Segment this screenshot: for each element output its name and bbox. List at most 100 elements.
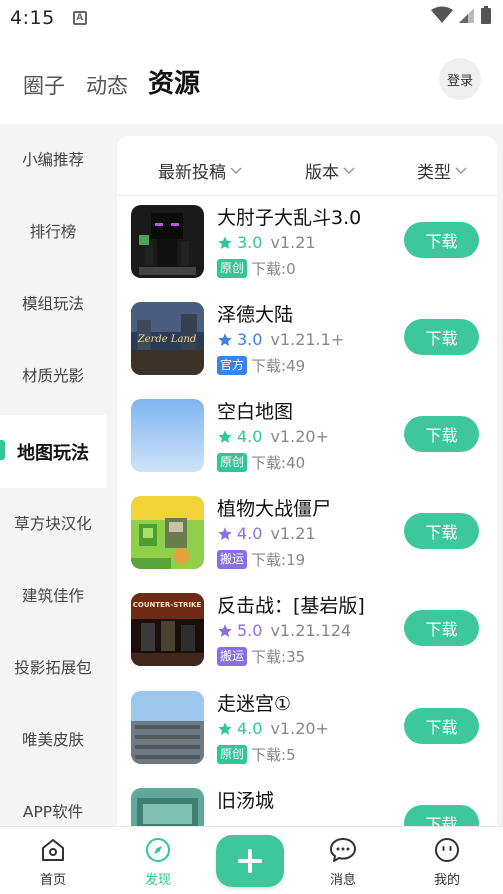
item-tag: 原创 xyxy=(217,259,248,278)
item-version: v1.20+ xyxy=(270,427,329,446)
item-score: 3.0 xyxy=(237,330,263,349)
item-rating: 4.0 v1.21 xyxy=(217,524,316,543)
nav-profile[interactable]: 我的 xyxy=(407,827,487,894)
filter-type[interactable]: 类型 xyxy=(417,158,467,183)
download-button[interactable]: 下载 xyxy=(404,805,479,826)
login-button[interactable]: 登录 xyxy=(439,58,481,100)
item-downloads: 下载:49 xyxy=(251,357,306,375)
list-item[interactable]: COUNTER-STRIKE 反击战：[基岩版] 5.0 v1.21.124 搬… xyxy=(117,581,497,678)
tab-feed[interactable]: 动态 xyxy=(86,70,128,100)
chat-bubble-icon xyxy=(330,838,356,862)
filter-label: 版本 xyxy=(305,163,339,183)
sidebar-item-maps[interactable]: 地图玩法 xyxy=(0,415,106,488)
item-version: v1.21 xyxy=(270,524,316,543)
item-score: 3.0 xyxy=(237,233,263,252)
item-downloads: 下载:19 xyxy=(251,551,306,569)
nav-messages[interactable]: 消息 xyxy=(303,827,383,894)
list-item[interactable]: 空白地图 4.0 v1.20+ 原创 下载:40 下载 xyxy=(117,387,497,484)
status-time: 4:15 xyxy=(10,7,55,29)
blank-sky-thumbnail xyxy=(131,399,204,472)
item-tag: 搬运 xyxy=(217,550,248,569)
sidebar-item-builds[interactable]: 建筑佳作 xyxy=(0,560,106,630)
item-tag: 原创 xyxy=(217,745,248,764)
download-button[interactable]: 下载 xyxy=(404,222,479,258)
list-item[interactable]: 大肘子大乱斗3.0 3.0 v1.21 原创 下载:0 下载 xyxy=(117,193,497,290)
download-button[interactable]: 下载 xyxy=(404,708,479,744)
list-item[interactable]: 走迷宫① 4.0 v1.20+ 原创 下载:5 下载 xyxy=(117,679,497,776)
category-sidebar: 小编推荐 排行榜 模组玩法 材质光影 地图玩法 草方块汉化 建筑佳作 投影拓展包… xyxy=(0,124,106,826)
enderman-minecraft-thumbnail xyxy=(131,205,204,278)
download-button[interactable]: 下载 xyxy=(404,610,479,646)
item-score: 4.0 xyxy=(237,719,263,738)
sidebar-item-grass-localization[interactable]: 草方块汉化 xyxy=(0,488,106,558)
plants-vs-zombies-thumbnail xyxy=(131,496,204,569)
thumb-text: COUNTER-STRIKE xyxy=(133,601,202,609)
create-post-button[interactable] xyxy=(216,835,284,887)
download-button[interactable]: 下载 xyxy=(404,513,479,549)
download-button[interactable]: 下载 xyxy=(404,416,479,452)
star-icon xyxy=(218,721,232,735)
wifi-icon xyxy=(431,6,453,23)
sidebar-item-editor-picks[interactable]: 小编推荐 xyxy=(0,124,106,194)
item-meta: 原创 下载:5 xyxy=(217,744,296,765)
item-title: 反击战：[基岩版] xyxy=(217,595,365,617)
item-version: v1.20+ xyxy=(270,719,329,738)
status-bar: 4:15 A xyxy=(0,0,503,36)
item-rating: 5.0 v1.21.124 xyxy=(217,621,351,640)
list-item[interactable]: Zerde Land 泽德大陆 3.0 v1.21.1+ 官方 下载:49 下载 xyxy=(117,290,497,387)
notification-icon: A xyxy=(72,11,87,25)
item-meta: 原创 下载:40 xyxy=(217,452,305,473)
counter-strike-thumbnail: COUNTER-STRIKE xyxy=(131,593,204,666)
sidebar-item-skins[interactable]: 唯美皮肤 xyxy=(0,704,106,774)
cellular-signal-icon xyxy=(459,8,474,23)
chevron-down-icon xyxy=(343,166,355,174)
item-title: 泽德大陆 xyxy=(217,304,294,326)
sidebar-item-rankings[interactable]: 排行榜 xyxy=(0,196,106,266)
tab-circle[interactable]: 圈子 xyxy=(23,70,65,100)
sidebar-item-mods[interactable]: 模组玩法 xyxy=(0,268,106,338)
battery-icon xyxy=(481,6,491,24)
item-tag: 搬运 xyxy=(217,647,248,666)
item-version: v1.21.1+ xyxy=(270,330,345,349)
status-indicators xyxy=(431,6,491,24)
item-title: 空白地图 xyxy=(217,401,294,423)
thumb-text: Zerde Land xyxy=(137,334,197,345)
item-version: v1.21.124 xyxy=(270,621,352,640)
item-score: 4.0 xyxy=(237,427,263,446)
active-indicator xyxy=(0,440,5,460)
home-icon xyxy=(42,839,64,861)
sidebar-item-projections[interactable]: 投影拓展包 xyxy=(0,632,106,702)
sidebar-item-textures[interactable]: 材质光影 xyxy=(0,340,106,410)
nav-label: 发现 xyxy=(144,873,171,888)
filter-latest[interactable]: 最新投稿 xyxy=(158,158,242,183)
nav-label: 我的 xyxy=(433,873,460,888)
item-rating: 3.0 v1.21.1+ xyxy=(217,330,344,349)
item-meta: 搬运 下载:19 xyxy=(217,549,305,570)
nav-home[interactable]: 首页 xyxy=(13,827,93,894)
maze-thumbnail xyxy=(131,691,204,764)
nav-discover[interactable]: 发现 xyxy=(118,827,198,894)
filter-version[interactable]: 版本 xyxy=(305,158,355,183)
list-item[interactable]: 旧汤城 下载 xyxy=(117,776,497,826)
old-city-thumbnail xyxy=(131,788,204,826)
tab-resources[interactable]: 资源 xyxy=(148,63,200,100)
star-icon xyxy=(218,429,232,443)
bottom-navigation: 首页 发现 消息 我的 xyxy=(0,826,503,894)
item-title: 走迷宫① xyxy=(217,693,292,715)
item-downloads: 下载:40 xyxy=(251,454,306,472)
item-score: 5.0 xyxy=(237,621,263,640)
download-button[interactable]: 下载 xyxy=(404,319,479,355)
item-title: 旧汤城 xyxy=(217,790,275,812)
item-rating: 4.0 v1.20+ xyxy=(217,427,329,446)
list-item[interactable]: 植物大战僵尸 4.0 v1.21 搬运 下载:19 下载 xyxy=(117,484,497,581)
item-downloads: 下载:35 xyxy=(251,648,306,666)
item-downloads: 下载:0 xyxy=(251,260,296,278)
star-icon xyxy=(218,235,232,249)
sidebar-item-label: 地图玩法 xyxy=(17,442,89,464)
item-tag: 原创 xyxy=(217,453,248,472)
star-icon xyxy=(218,332,232,346)
filter-label: 最新投稿 xyxy=(158,163,226,183)
filter-bar: 最新投稿 版本 类型 xyxy=(117,136,497,196)
item-meta: 搬运 下载:35 xyxy=(217,646,305,667)
nav-label: 消息 xyxy=(329,873,356,888)
